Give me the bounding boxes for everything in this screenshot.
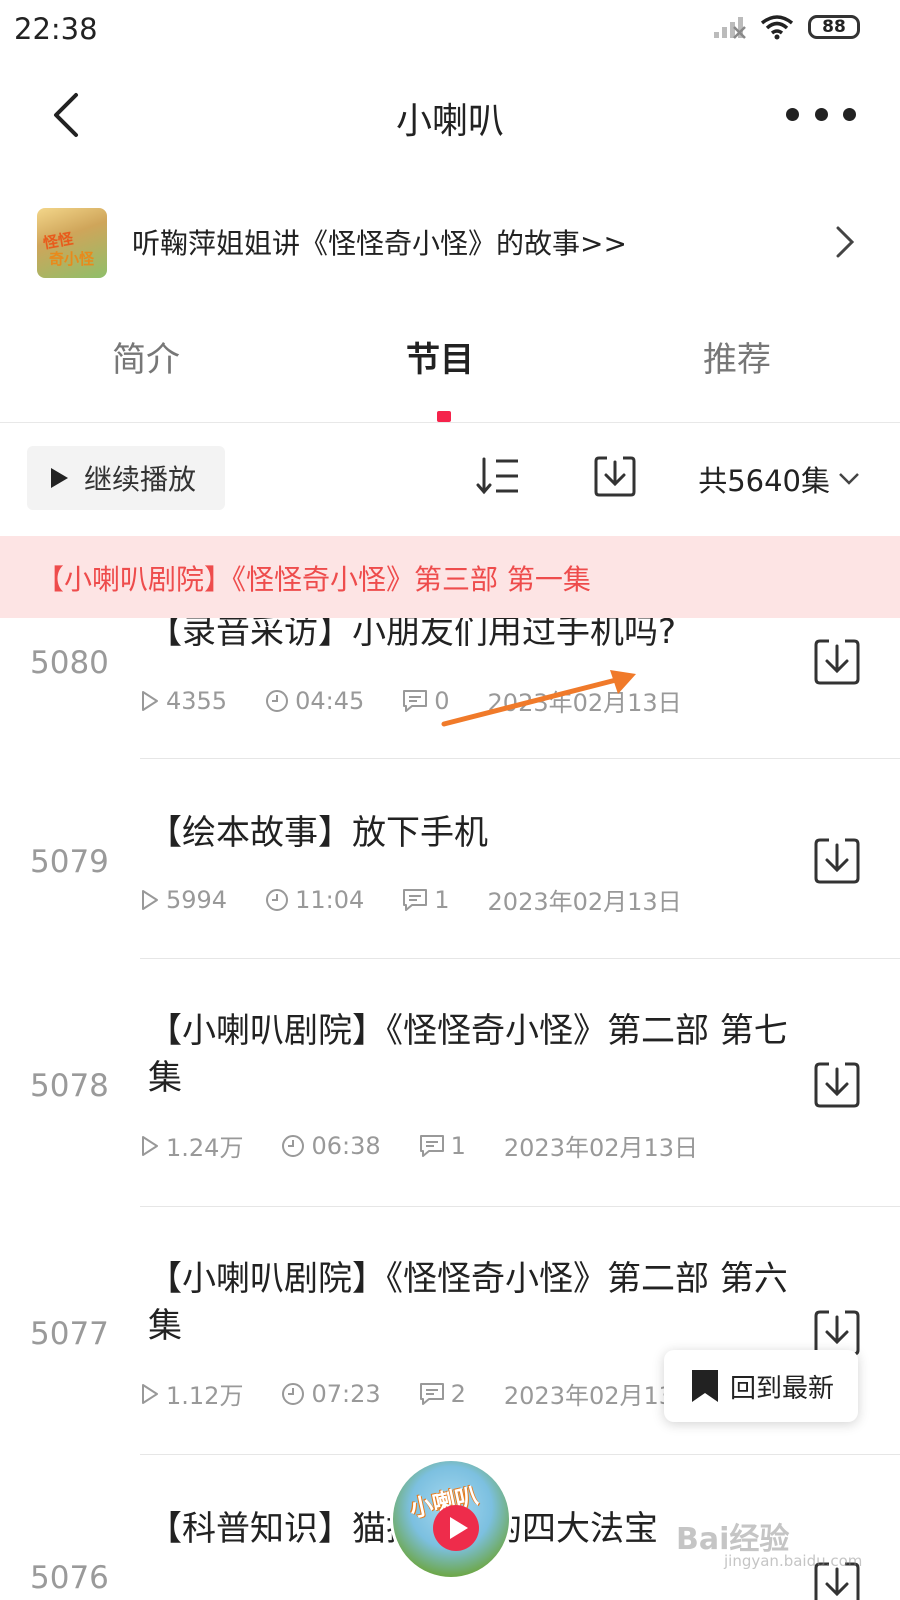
annotation-arrow-icon — [441, 670, 636, 727]
row-divider — [140, 1454, 900, 1455]
play-count-icon — [142, 1135, 158, 1156]
status-time: 22:38 — [14, 12, 98, 46]
more-icon-dot — [814, 107, 828, 121]
episode-number: 5078 — [30, 1068, 109, 1104]
back-to-latest-label: 回到最新 — [730, 1373, 835, 1404]
download-icon[interactable] — [812, 836, 862, 886]
tab-programs[interactable]: 节目 — [406, 332, 474, 381]
comment-count-value: 1 — [450, 1131, 466, 1160]
episode-list: 5080 【录音采访】小朋友们用过手机吗? 4355 04:45 0 2023年… — [0, 618, 900, 1600]
promo-cover-text: 奇小怪 — [49, 250, 95, 268]
comment-count: 1 — [419, 1132, 466, 1160]
episode-title: 【小喇叭剧院】《怪怪奇小怪》第二部 第六集 — [148, 1259, 788, 1346]
duration: 06:38 — [281, 1131, 381, 1160]
active-tab-indicator — [437, 411, 451, 422]
more-icon-dot — [786, 107, 799, 121]
play-count-value: 1.24万 — [166, 1134, 244, 1162]
episode-count-label: 共5640集 — [698, 464, 830, 498]
status-icons: 88 — [712, 14, 860, 40]
download-icon[interactable] — [812, 637, 862, 687]
episode-title: 【绘本故事】放下手机 — [148, 813, 488, 853]
play-count: 4355 — [140, 687, 227, 715]
watermark-url: jingyan.baidu.com — [724, 1552, 863, 1570]
play-count-icon — [142, 690, 158, 711]
duration-value: 04:45 — [295, 686, 365, 715]
chevron-right-icon — [836, 226, 855, 258]
signal-icon — [714, 17, 746, 39]
clock-icon — [282, 1382, 305, 1405]
play-count: 1.12万 — [140, 1376, 243, 1411]
duration-value: 11:04 — [295, 885, 365, 914]
wifi-icon — [760, 15, 794, 40]
promo-cover-image: 怪怪 奇小怪 — [37, 208, 107, 278]
tab-bar: 简介 节目 推荐 — [0, 318, 900, 423]
episode-number: 5079 — [30, 844, 109, 880]
episode-row[interactable]: 5079 【绘本故事】放下手机 5994 11:04 1 2023年02月13日 — [0, 760, 900, 960]
back-to-latest-button[interactable]: 回到最新 — [664, 1350, 858, 1422]
play-count-value: 5994 — [166, 885, 228, 914]
list-toolbar: 继续播放 共5640集 — [0, 446, 900, 512]
duration: 04:45 — [265, 687, 364, 715]
download-icon[interactable] — [812, 1060, 862, 1110]
now-playing-title: 【小喇叭剧院】《怪怪奇小怪》第三部 第一集 — [36, 563, 591, 596]
promo-text: 听鞠萍姐姐讲《怪怪奇小怪》的故事>> — [132, 227, 627, 260]
continue-play-button[interactable]: 继续播放 — [27, 446, 225, 510]
comment-icon — [419, 1134, 444, 1157]
bookmark-icon — [692, 1370, 718, 1402]
row-divider — [140, 958, 900, 959]
duration-value: 07:23 — [311, 1379, 381, 1408]
duration: 07:23 — [281, 1379, 381, 1408]
row-divider — [140, 758, 900, 759]
episode-count-dropdown[interactable]: 共5640集 — [698, 458, 860, 500]
clock-icon — [282, 1134, 305, 1157]
more-button[interactable] — [786, 92, 856, 136]
play-count: 5994 — [140, 886, 227, 914]
nav-bar: 小喇叭 — [0, 62, 900, 172]
play-count-icon — [142, 1383, 158, 1404]
episode-number: 5076 — [30, 1560, 109, 1596]
publish-date: 2023年02月13日 — [487, 888, 682, 916]
comment-count: 1 — [402, 885, 450, 914]
comment-icon — [403, 888, 428, 911]
duration: 11:04 — [265, 886, 364, 914]
episode-title: 【小喇叭剧院】《怪怪奇小怪》第二部 第七集 — [148, 1011, 788, 1098]
download-all-icon[interactable] — [593, 454, 637, 498]
episode-number: 5077 — [30, 1316, 109, 1352]
publish-date: 2023年02月13日 — [503, 1134, 699, 1162]
episode-row[interactable]: 5078 【小喇叭剧院】《怪怪奇小怪》第二部 第七集 1.24万 06:38 1… — [0, 960, 900, 1208]
tab-intro[interactable]: 简介 — [112, 332, 180, 381]
more-icon-dot — [843, 107, 856, 121]
comment-count: 2 — [419, 1380, 466, 1408]
play-count-icon — [142, 889, 158, 910]
continue-play-label: 继续播放 — [84, 463, 197, 496]
status-bar: 22:38 88 — [0, 0, 900, 62]
mini-player[interactable]: 小喇叭 — [390, 1458, 512, 1580]
battery-indicator: 88 — [808, 15, 860, 39]
play-count: 1.24万 — [140, 1128, 243, 1163]
comment-count-value: 1 — [434, 885, 450, 914]
chevron-down-icon — [839, 473, 859, 485]
sort-icon[interactable] — [476, 456, 520, 496]
episode-meta: 1.12万 07:23 2 2023年02月13日 — [140, 1376, 736, 1411]
comment-icon — [419, 1382, 444, 1405]
play-count-value: 4355 — [166, 686, 228, 715]
promo-link[interactable]: 怪怪 奇小怪 听鞠萍姐姐讲《怪怪奇小怪》的故事>> — [0, 200, 900, 290]
tab-recommend[interactable]: 推荐 — [703, 332, 771, 381]
page-title: 小喇叭 — [395, 101, 504, 142]
play-icon — [51, 468, 68, 488]
clock-icon — [266, 689, 289, 712]
episode-title: 【录音采访】小朋友们用过手机吗? — [148, 618, 677, 652]
play-count-value: 1.12万 — [166, 1382, 244, 1410]
now-playing-banner[interactable]: 【小喇叭剧院】《怪怪奇小怪》第三部 第一集 — [0, 536, 900, 618]
clock-icon — [266, 888, 289, 911]
comment-icon — [403, 689, 428, 712]
play-icon — [433, 1505, 479, 1551]
episode-meta: 1.24万 06:38 1 2023年02月13日 — [140, 1128, 736, 1163]
episode-meta: 5994 11:04 1 2023年02月13日 — [140, 882, 720, 917]
comment-count-value: 2 — [450, 1379, 466, 1408]
episode-number: 5080 — [30, 645, 109, 681]
row-divider — [140, 1206, 900, 1207]
duration-value: 06:38 — [311, 1131, 381, 1160]
